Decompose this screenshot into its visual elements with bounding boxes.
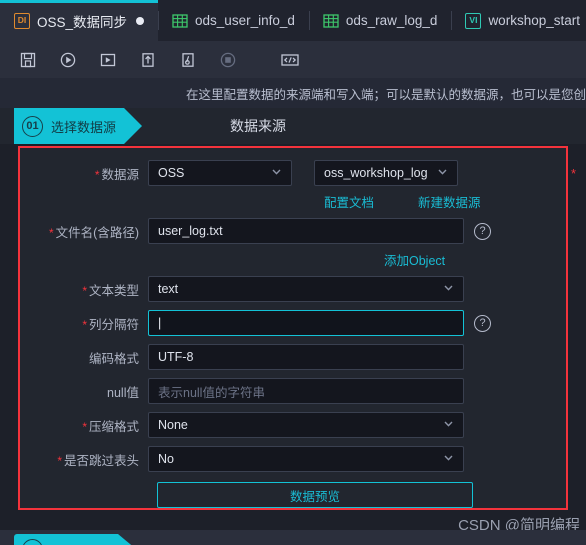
form-row-encoding: 编码格式 UTF-8: [20, 344, 566, 370]
chevron-down-icon: [436, 165, 449, 181]
filename-input[interactable]: user_log.txt: [148, 218, 464, 244]
step-number-02: [22, 539, 43, 545]
text-type-label: * 文本类型: [82, 283, 139, 298]
chevron-down-icon: [442, 451, 455, 467]
required-mark: *: [49, 225, 54, 240]
compression-label: * 压缩格式: [82, 419, 139, 434]
chevron-down-icon: [442, 281, 455, 297]
run-with-params-icon[interactable]: [88, 41, 128, 78]
tab-ods-user-info-d[interactable]: ods_user_info_d: [158, 0, 309, 41]
save-icon[interactable]: [8, 41, 48, 78]
form-row-null-value: null值 表示null值的字符串: [20, 378, 566, 404]
required-mark: *: [57, 453, 62, 468]
form-row-datasource: * 数据源 OSS oss_workshop_log: [20, 160, 566, 186]
tab-label: workshop_start: [488, 13, 580, 28]
required-mark: *: [82, 317, 87, 332]
help-icon[interactable]: ?: [474, 314, 491, 332]
skip-header-label: * 是否跳过表头: [57, 453, 139, 468]
section-title: 数据来源: [230, 118, 286, 134]
submit-icon[interactable]: [128, 41, 168, 78]
compression-value: None: [158, 418, 188, 432]
tab-workshop-start[interactable]: VI workshop_start: [451, 0, 586, 41]
config-doc-link[interactable]: 配置文档: [324, 192, 374, 211]
filename-label: * 文件名(含路径): [49, 225, 139, 240]
unsaved-indicator-icon: [136, 16, 145, 25]
tab-oss-data-sync[interactable]: DI OSS_数据同步: [0, 0, 159, 41]
required-mark: *: [82, 283, 87, 298]
data-preview-button[interactable]: 数据预览: [157, 482, 473, 508]
step-number: 01: [22, 116, 43, 137]
vi-icon: VI: [465, 12, 482, 29]
column-delimiter-label: * 列分隔符: [82, 317, 139, 332]
form-row-skip-header: * 是否跳过表头 No: [20, 446, 566, 472]
editor-toolbar: [0, 41, 586, 78]
new-datasource-link[interactable]: 新建数据源: [418, 192, 481, 211]
step-header-02: [0, 530, 586, 545]
editor-tab-bar: DI OSS_数据同步 ods_user_info_d ods_raw_log_…: [0, 0, 586, 41]
datasource-type-value: OSS: [158, 166, 185, 180]
code-view-icon[interactable]: [270, 41, 310, 78]
datasource-label: * 数据源: [94, 167, 139, 182]
tab-label: OSS_数据同步: [37, 14, 128, 30]
datasource-name-select[interactable]: oss_workshop_log: [314, 160, 458, 186]
help-icon[interactable]: ?: [474, 222, 491, 240]
required-mark: *: [82, 419, 87, 434]
filename-links: 添加Object: [20, 250, 566, 269]
table-icon: [323, 13, 339, 29]
required-mark: *: [94, 167, 100, 182]
stop-icon: [208, 41, 248, 78]
info-banner: 在这里配置数据的来源端和写入端；可以是默认的数据源，也可以是您创: [0, 78, 586, 108]
encoding-label: 编码格式: [88, 351, 139, 366]
skip-header-value: No: [158, 452, 174, 466]
di-icon: DI: [14, 12, 30, 29]
step-header: 01 选择数据源 数据来源: [0, 108, 586, 144]
info-banner-text: 在这里配置数据的来源端和写入端；可以是默认的数据源，也可以是您创: [185, 87, 586, 102]
skip-header-select[interactable]: No: [148, 446, 464, 472]
vi-icon-text: VI: [465, 12, 482, 29]
tab-ods-raw-log-d[interactable]: ods_raw_log_d: [308, 0, 452, 41]
text-type-select[interactable]: text: [148, 276, 464, 302]
add-object-link[interactable]: 添加Object: [384, 250, 445, 269]
run-icon[interactable]: [48, 41, 88, 78]
form-row-text-type: * 文本类型 text: [20, 276, 566, 302]
null-value-input[interactable]: 表示null值的字符串: [148, 378, 464, 404]
column-delimiter-input[interactable]: |: [148, 310, 464, 336]
null-value-placeholder: 表示null值的字符串: [158, 385, 265, 400]
form-row-compression: * 压缩格式 None: [20, 412, 566, 438]
form-row-column-delimiter: * 列分隔符 | ?: [20, 310, 566, 336]
step-label: 选择数据源: [51, 119, 117, 135]
form-row-filename: * 文件名(含路径) user_log.txt ?: [20, 218, 566, 244]
debug-icon[interactable]: [168, 41, 208, 78]
datasource-form-panel: * 数据源 OSS oss_workshop_log 配置文档 新建数据源 * …: [18, 146, 568, 510]
column-delimiter-value: |: [158, 316, 162, 330]
chevron-down-icon: [270, 165, 283, 181]
step-chevron-02[interactable]: [14, 534, 136, 545]
form-row-preview: 数据预览: [20, 482, 566, 508]
datasource-links: 配置文档 新建数据源: [20, 192, 566, 211]
tab-label: ods_raw_log_d: [345, 13, 438, 28]
datasource-type-select[interactable]: OSS: [148, 160, 292, 186]
encoding-input[interactable]: UTF-8: [148, 344, 464, 370]
null-value-label: null值: [107, 385, 139, 400]
encoding-value: UTF-8: [158, 350, 194, 364]
table-icon: [172, 13, 188, 29]
required-mark: *: [571, 166, 577, 181]
chevron-down-icon: [442, 417, 455, 433]
di-icon-text: DI: [14, 12, 30, 29]
step-chevron-01[interactable]: 01 选择数据源: [14, 108, 142, 144]
filename-value: user_log.txt: [158, 224, 223, 238]
tab-label: ods_user_info_d: [195, 13, 295, 28]
datasource-name-value: oss_workshop_log: [324, 166, 428, 180]
text-type-value: text: [158, 282, 179, 296]
ide-window: DI OSS_数据同步 ods_user_info_d ods_raw_log_…: [0, 0, 586, 545]
compression-select[interactable]: None: [148, 412, 464, 438]
